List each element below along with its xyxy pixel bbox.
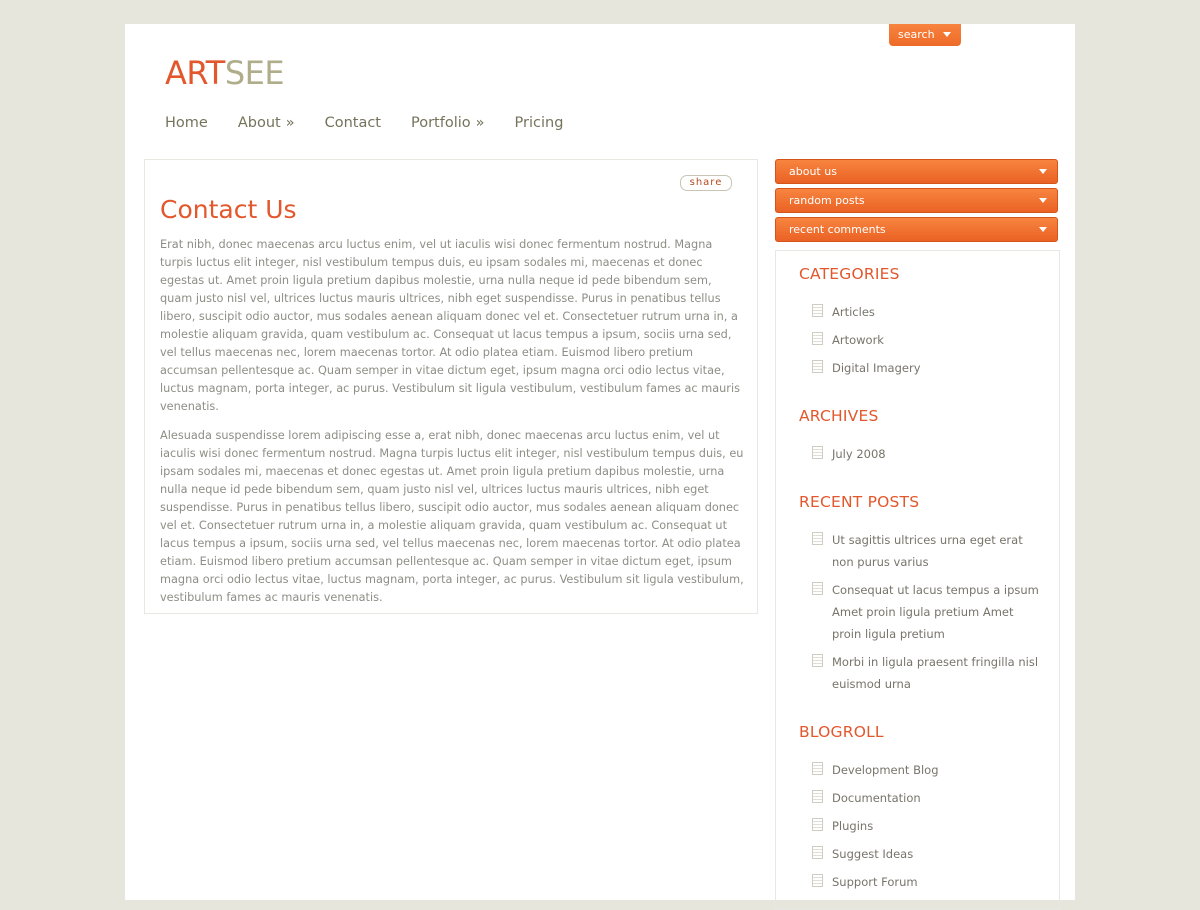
list-item[interactable]: Development Blog xyxy=(812,759,1040,781)
nav-item-portfolio[interactable]: Portfolio» xyxy=(411,115,485,131)
nav-item-about[interactable]: About» xyxy=(238,115,295,131)
tab-label: about us xyxy=(789,165,837,178)
list-item[interactable]: July 2008 xyxy=(812,443,1040,465)
nav-item-contact[interactable]: Contact xyxy=(325,115,381,131)
double-chevron-right-icon: » xyxy=(475,115,485,131)
widget-title-categories: CATEGORIES xyxy=(799,265,900,283)
list-item[interactable]: Support Forum xyxy=(812,871,1040,893)
document-icon xyxy=(812,846,823,859)
widget-title-archives: ARCHIVES xyxy=(799,407,879,425)
nav-item-label: About xyxy=(237,115,281,131)
nav-item-label: Pricing xyxy=(514,115,564,131)
page-title: Contact Us xyxy=(160,195,297,224)
list-item-label: Documentation xyxy=(832,791,921,805)
paragraph: Erat nibh, donec maecenas arcu luctus en… xyxy=(160,238,740,413)
nav-item-label: Home xyxy=(165,115,208,131)
document-icon xyxy=(812,360,823,373)
search-button[interactable]: search xyxy=(889,24,961,46)
list-item-label: Support Forum xyxy=(832,875,918,889)
list-item-label: Ut sagittis ultrices urna eget erat non … xyxy=(832,533,1023,569)
document-icon xyxy=(812,654,823,667)
list-item-label: Suggest Ideas xyxy=(832,847,914,861)
nav-item-label: Portfolio xyxy=(411,115,471,131)
site-logo[interactable]: ARTSEE xyxy=(165,53,285,93)
document-icon xyxy=(812,818,823,831)
document-icon xyxy=(812,332,823,345)
tab-label: recent comments xyxy=(789,223,886,236)
logo-part-art: ART xyxy=(165,54,225,92)
article-body: Erat nibh, donec maecenas arcu luctus en… xyxy=(160,236,745,618)
logo-part-see: SEE xyxy=(224,54,285,92)
blogroll-list: Development Blog Documentation Plugins S… xyxy=(812,759,1040,899)
main-content: share Contact Us Erat nibh, donec maecen… xyxy=(144,159,758,614)
list-item-label: Digital Imagery xyxy=(832,361,921,375)
list-item-label: Morbi in ligula praesent fringilla nisl … xyxy=(832,655,1039,691)
list-item[interactable]: Morbi in ligula praesent fringilla nisl … xyxy=(812,651,1040,695)
paragraph: Alesuada suspendisse lorem adipiscing es… xyxy=(160,429,744,604)
nav-item-pricing[interactable]: Pricing xyxy=(515,115,564,131)
document-icon xyxy=(812,446,823,459)
double-chevron-right-icon: » xyxy=(285,115,295,131)
list-item[interactable]: Consequat ut lacus tempus a ipsum Amet p… xyxy=(812,579,1040,645)
list-item[interactable]: Digital Imagery xyxy=(812,357,1040,379)
document-icon xyxy=(812,762,823,775)
list-item-label: Development Blog xyxy=(832,763,939,777)
tab-recent-comments[interactable]: recent comments xyxy=(775,217,1058,242)
nav-item-home[interactable]: Home xyxy=(165,115,208,131)
sidebar-tabs: about us random posts recent comments xyxy=(775,159,1058,246)
recent-posts-list: Ut sagittis ultrices urna eget erat non … xyxy=(812,529,1040,701)
list-item-label: Consequat ut lacus tempus a ipsum Amet p… xyxy=(832,583,1039,641)
list-item-label: Plugins xyxy=(832,819,874,833)
list-item[interactable]: Suggest Ideas xyxy=(812,843,1040,865)
list-item-label: Artowork xyxy=(832,333,884,347)
search-label: search xyxy=(898,28,935,41)
list-item[interactable]: Artowork xyxy=(812,329,1040,351)
tab-label: random posts xyxy=(789,194,865,207)
document-icon xyxy=(812,582,823,595)
archives-list: July 2008 xyxy=(812,443,1040,471)
list-item-label: Articles xyxy=(832,305,875,319)
chevron-down-icon xyxy=(1039,169,1047,174)
document-icon xyxy=(812,304,823,317)
list-item-label: July 2008 xyxy=(832,447,886,461)
main-nav: Home About» Contact Portfolio» Pricing xyxy=(165,115,593,131)
list-item[interactable]: Articles xyxy=(812,301,1040,323)
tab-about-us[interactable]: about us xyxy=(775,159,1058,184)
chevron-down-icon xyxy=(1039,227,1047,232)
widget-title-recent-posts: RECENT POSTS xyxy=(799,493,920,511)
sidebar-widgets: CATEGORIES Articles Artowork Digital Ima… xyxy=(775,250,1060,910)
list-item[interactable]: Ut sagittis ultrices urna eget erat non … xyxy=(812,529,1040,573)
page-container: search ARTSEE Home About» Contact Portfo… xyxy=(125,24,1075,910)
categories-list: Articles Artowork Digital Imagery xyxy=(812,301,1040,385)
share-button[interactable]: share xyxy=(680,175,732,191)
list-item[interactable]: Plugins xyxy=(812,815,1040,837)
document-icon xyxy=(812,874,823,887)
document-icon xyxy=(812,532,823,545)
chevron-down-icon xyxy=(943,32,951,37)
nav-item-label: Contact xyxy=(324,115,381,131)
tab-random-posts[interactable]: random posts xyxy=(775,188,1058,213)
widget-title-blogroll: BLOGROLL xyxy=(799,723,884,741)
list-item[interactable]: Documentation xyxy=(812,787,1040,809)
chevron-down-icon xyxy=(1039,198,1047,203)
document-icon xyxy=(812,790,823,803)
